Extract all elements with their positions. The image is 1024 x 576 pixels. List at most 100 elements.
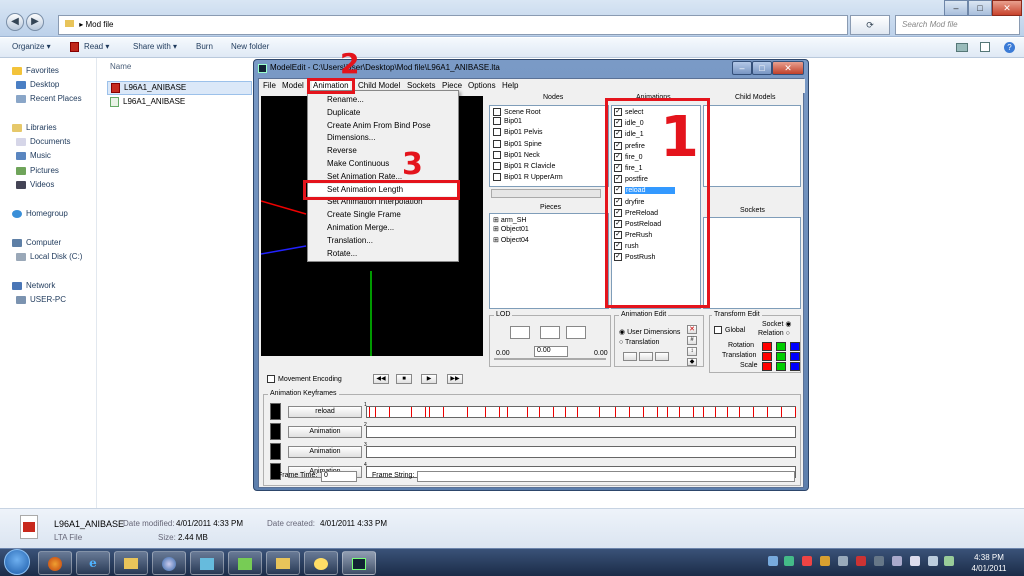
address-field[interactable]: ▸ Mod file [58,15,848,35]
keyframe-marker[interactable] [369,407,370,417]
stop-button[interactable]: ■ [396,374,412,384]
delete-icon[interactable]: ✕ [687,325,697,334]
forward-button[interactable]: ▶ [26,13,44,31]
sockets-list[interactable] [703,217,801,309]
view-options-icon[interactable] [956,43,968,52]
axis-color-swatch[interactable] [790,342,800,351]
keyframe-marker[interactable] [389,407,390,417]
tray-icon[interactable] [874,556,884,566]
menu-file[interactable]: File [263,81,276,90]
piece-item[interactable]: ⊞ Object01 [490,225,608,236]
start-button[interactable] [4,549,30,575]
tray-icon[interactable] [768,556,778,566]
piece-item[interactable]: ⊞ Object04 [490,236,608,247]
rewind-button[interactable]: ◀◀ [373,374,389,384]
tray-icon[interactable] [838,556,848,566]
lod-field[interactable] [540,326,560,339]
keyframe-timeline[interactable] [366,426,796,438]
keyframe-marker[interactable] [467,407,468,417]
animation-menu-item[interactable]: Animation Merge... [308,222,458,235]
nav-desktop[interactable]: Desktop [16,80,59,89]
keyframe-marker[interactable] [703,407,704,417]
preview-pane-icon[interactable] [980,42,990,52]
keyframe-marker[interactable] [411,407,412,417]
keyframe-color-swatch[interactable] [270,423,281,440]
user-dimensions-radio[interactable]: ◉ User Dimensions [619,328,680,336]
keyframe-marker[interactable] [739,407,740,417]
lod-field[interactable] [566,326,586,339]
animation-menu-item[interactable]: Create Anim From Bind Pose [308,120,458,133]
folder-icon[interactable] [266,551,300,575]
keyframe-marker[interactable] [753,407,754,417]
keyframe-marker[interactable] [485,407,486,417]
nav-pictures[interactable]: Pictures [16,166,59,175]
keyframe-color-swatch[interactable] [270,403,281,420]
translation-radio[interactable]: ○ Translation [619,339,659,346]
tray-icon[interactable] [856,556,866,566]
checkbox[interactable] [493,173,501,182]
nav-favorites[interactable]: Favorites [12,66,59,75]
refresh-button[interactable]: ⟳ [850,15,890,35]
nodes-list[interactable]: Scene Root Bip01 Bip01 Pelvis Bip01 Spin… [489,105,609,187]
keyframe-marker[interactable] [715,407,716,417]
help-icon[interactable]: ? [1004,42,1015,53]
animation-menu-item[interactable]: Create Single Frame [308,209,458,222]
keyframe-marker[interactable] [527,407,528,417]
nav-music[interactable]: Music [16,151,51,160]
itunes-icon[interactable] [152,551,186,575]
keyframe-animation-button[interactable]: Animation [288,426,362,438]
keyframe-marker[interactable] [565,407,566,417]
people-icon[interactable] [228,551,262,575]
nav-documents[interactable]: Documents [16,137,70,146]
node-item[interactable]: Scene Root [490,106,608,117]
nav-local-disk[interactable]: Local Disk (C:) [16,252,82,261]
tray-icon[interactable] [820,556,830,566]
checkbox[interactable] [493,128,501,137]
firefox-icon[interactable] [38,551,72,575]
keyframe-timeline[interactable] [366,406,796,418]
animation-menu-item[interactable]: Rename... [308,94,458,107]
keyframe-timeline[interactable] [366,446,796,458]
lod-field[interactable] [510,326,530,339]
menu-piece[interactable]: Piece [442,81,462,90]
taskbar-clock[interactable]: 4:38 PM 4/01/2011 [958,552,1020,574]
keyframe-marker[interactable] [429,407,430,417]
close-button[interactable]: ✕ [772,61,804,75]
node-item[interactable]: Bip01 Spine [490,139,608,151]
axis-color-swatch[interactable] [776,352,786,361]
read-menu[interactable]: Read ▾ [84,42,109,51]
keyframe-marker[interactable] [499,407,500,417]
nav-homegroup[interactable]: Homegroup [12,209,68,218]
axis-color-swatch[interactable] [790,362,800,371]
global-checkbox[interactable]: Global [714,326,745,334]
keyframe-marker[interactable] [425,407,426,417]
internet-explorer-icon[interactable]: e [76,551,110,575]
nodes-scrollbar[interactable] [491,189,601,198]
keyframe-marker[interactable] [767,407,768,417]
nav-libraries[interactable]: Libraries [12,123,57,132]
lod-value-field[interactable]: 0.00 [534,346,568,357]
node-item[interactable]: Bip01 [490,117,608,128]
share-with-menu[interactable]: Share with ▾ [133,42,177,51]
axis-color-swatch[interactable] [776,362,786,371]
minimize-button[interactable]: – [732,61,752,75]
nav-computer[interactable]: Computer [12,238,61,247]
axis-color-swatch[interactable] [790,352,800,361]
nav-recent-places[interactable]: Recent Places [16,94,82,103]
file-item[interactable]: L96A1_ANIBASE [110,97,185,107]
frame-time-input[interactable]: 0 [321,471,357,482]
organize-menu[interactable]: Organize ▾ [12,42,51,51]
axis-color-swatch[interactable] [776,342,786,351]
play-button[interactable]: ▶ [421,374,437,384]
menu-help[interactable]: Help [502,81,518,90]
new-folder-button[interactable]: New folder [231,42,269,51]
tray-icon[interactable] [784,556,794,566]
keyframe-marker[interactable] [693,407,694,417]
nav-network[interactable]: Network [12,281,55,290]
pieces-tree[interactable]: ⊞ arm_SH ⊞ Object01 ⊞ Object04 [489,213,609,309]
keyframe-animation-button[interactable]: reload [288,406,362,418]
keyframe-marker[interactable] [375,407,376,417]
messenger-icon[interactable] [190,551,224,575]
keyframe-marker[interactable] [577,407,578,417]
checkbox[interactable] [493,139,501,148]
